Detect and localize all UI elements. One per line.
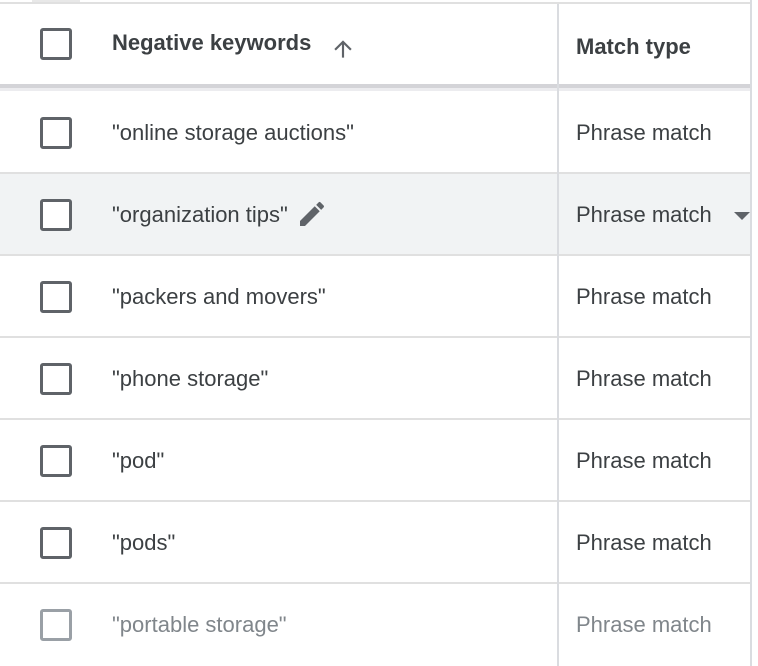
table-row[interactable]: "online storage auctions" Phrase match (0, 92, 750, 174)
match-type-dropdown[interactable]: Phrase match (576, 202, 712, 228)
match-type-cell: Phrase match (576, 530, 712, 555)
select-all-checkbox[interactable] (40, 28, 72, 60)
table-row[interactable]: "portable storage" Phrase match (0, 584, 750, 666)
match-type-cell: Phrase match (576, 366, 712, 391)
arrow-up-icon[interactable] (330, 36, 356, 62)
match-type-cell: Phrase match (576, 120, 712, 145)
table-row[interactable]: "phone storage" Phrase match (0, 338, 750, 420)
pencil-edit-icon[interactable] (296, 198, 328, 230)
negative-keywords-table: Negative keywords Match type "online sto… (0, 0, 752, 666)
dropdown-triangle-icon[interactable] (734, 212, 750, 220)
row-checkbox[interactable] (40, 527, 72, 559)
row-checkbox[interactable] (40, 445, 72, 477)
row-checkbox[interactable] (40, 609, 72, 641)
row-checkbox[interactable] (40, 117, 72, 149)
keyword-cell: "organization tips" (112, 202, 288, 227)
match-type-column-header[interactable]: Match type (576, 34, 691, 60)
keyword-cell: "online storage auctions" (112, 120, 354, 145)
table-header: Negative keywords Match type (0, 4, 750, 84)
keyword-cell: "pods" (112, 530, 176, 555)
match-type-cell: Phrase match (576, 284, 712, 309)
table-row[interactable]: "pod" Phrase match (0, 420, 750, 502)
table-row[interactable]: "pods" Phrase match (0, 502, 750, 584)
table-row[interactable]: "organization tips" Phrase match (0, 174, 750, 256)
match-type-cell: Phrase match (576, 612, 712, 637)
keyword-cell: "pod" (112, 448, 165, 473)
keyword-cell: "phone storage" (112, 366, 269, 391)
row-checkbox[interactable] (40, 281, 72, 313)
keyword-cell: "packers and movers" (112, 284, 326, 309)
row-checkbox[interactable] (40, 199, 72, 231)
negative-keywords-column-header[interactable]: Negative keywords (112, 30, 311, 56)
match-type-cell: Phrase match (576, 448, 712, 473)
row-checkbox[interactable] (40, 363, 72, 395)
header-divider-shadow (0, 88, 750, 91)
column-divider (557, 4, 559, 666)
keyword-cell: "portable storage" (112, 612, 287, 637)
table-row[interactable]: "packers and movers" Phrase match (0, 256, 750, 338)
